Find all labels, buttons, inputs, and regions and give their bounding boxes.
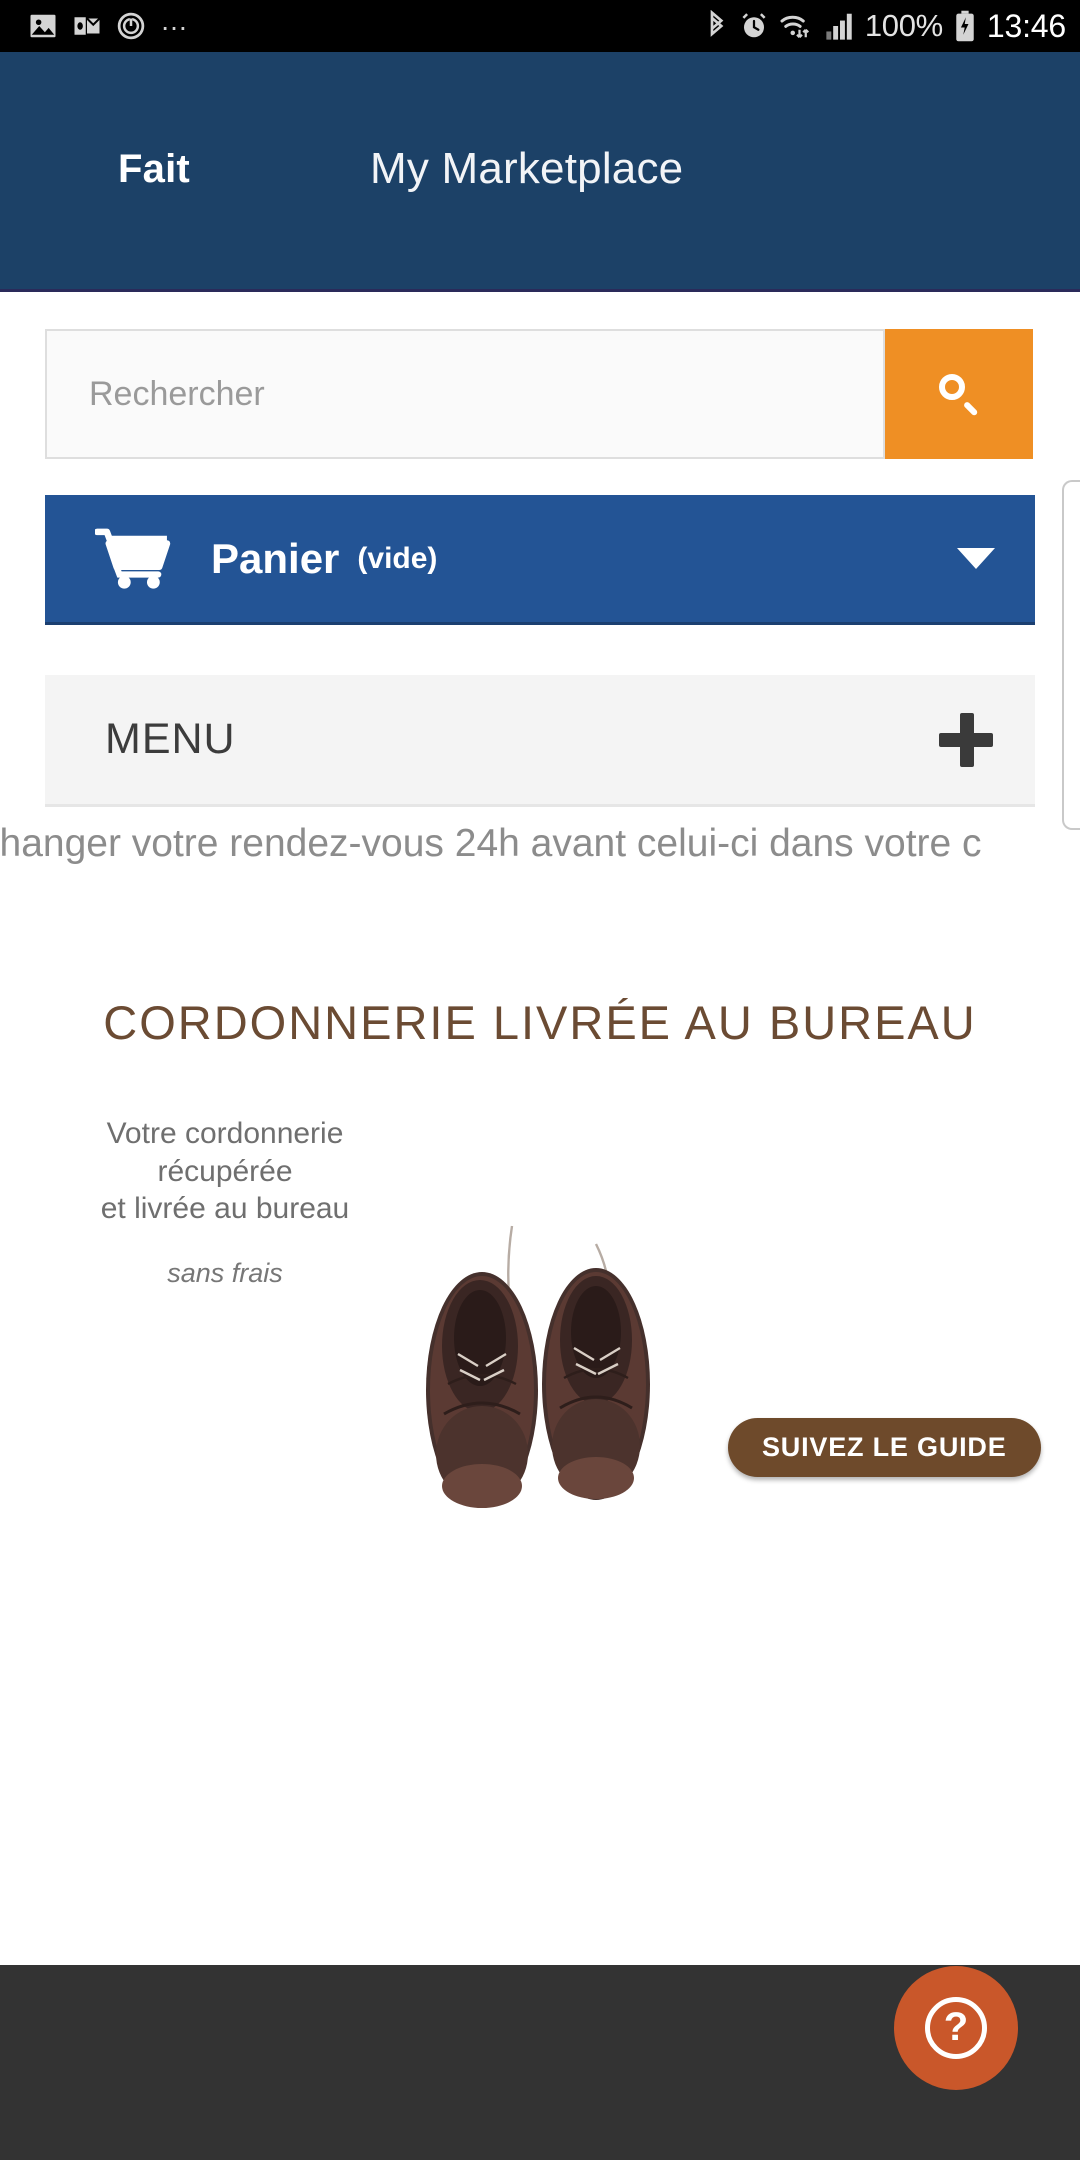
plus-icon[interactable] <box>939 712 993 767</box>
battery-charging-icon <box>953 10 977 42</box>
search-icon <box>939 374 979 414</box>
status-bar-notifications: … <box>28 5 190 41</box>
outlook-icon <box>72 11 102 41</box>
promo-note: sans frais <box>167 1257 283 1288</box>
promo-subtitle-line2: et livrée au bureau <box>100 1192 350 1225</box>
overflow-dots-icon: … <box>160 5 190 36</box>
cart-label: Panier <box>211 534 340 582</box>
alarm-icon <box>739 11 769 41</box>
promo-title: CORDONNERIE LIVRÉE AU BUREAU <box>103 996 977 1049</box>
promo-subtitle-block: Votre cordonnerie récupérée et livrée au… <box>40 1115 410 1289</box>
offscreen-side-panel <box>1062 480 1080 830</box>
announcement-marquee: changer votre rendez-vous 24h avant celu… <box>0 822 1080 882</box>
status-bar-clock: 13:46 <box>986 7 1066 44</box>
app-header-bar: Fait My Marketplace <box>0 52 1080 292</box>
menu-label: MENU <box>105 715 236 763</box>
announcement-text: changer votre rendez-vous 24h avant celu… <box>0 822 982 865</box>
question-mark-icon: ? <box>925 1997 987 2059</box>
menu-toggle[interactable]: MENU <box>45 675 1035 807</box>
help-button[interactable]: ? <box>894 1966 1018 2090</box>
wifi-icon <box>779 11 815 41</box>
cart-toggle[interactable]: Panier (vide) <box>45 495 1035 625</box>
battery-percent-label: 100% <box>864 8 943 43</box>
search-bar: Rechercher <box>45 329 1077 459</box>
bluetooth-icon <box>703 10 729 42</box>
cart-state-label: (vide) <box>357 541 438 575</box>
webview-content: Rechercher Panier (vide) MENU changer vo… <box>0 295 1080 1965</box>
photo-icon <box>28 11 58 41</box>
android-status-bar: … 100% 13:46 <box>0 0 1080 52</box>
promo-cta-wrapper: SUIVEZ LE GUIDE <box>728 1418 1041 1477</box>
dress-shoes-image <box>400 1218 700 1518</box>
done-button[interactable]: Fait <box>118 147 190 192</box>
suivez-le-guide-button[interactable]: SUIVEZ LE GUIDE <box>728 1418 1041 1477</box>
chevron-down-icon <box>957 548 995 569</box>
power-circle-icon <box>116 11 146 41</box>
search-submit-button[interactable] <box>885 329 1033 459</box>
signal-icon <box>825 11 855 41</box>
search-input[interactable]: Rechercher <box>45 329 885 459</box>
page-title: My Marketplace <box>370 144 684 193</box>
shopping-cart-icon <box>95 528 173 590</box>
status-bar-system-icons: 100% 13:46 <box>703 8 1066 45</box>
promo-subtitle-line1: Votre cordonnerie récupérée <box>106 1117 344 1188</box>
